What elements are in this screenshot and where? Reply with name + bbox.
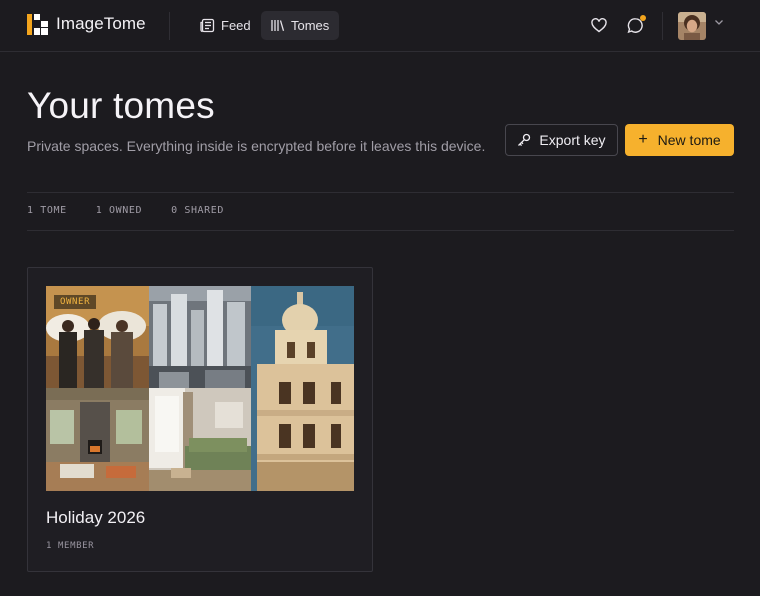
tome-member-count: 1 MEMBER (46, 541, 95, 551)
cover-photo-city (149, 286, 251, 388)
avatar[interactable] (678, 12, 706, 40)
nav-tomes[interactable]: Tomes (261, 11, 340, 40)
key-icon (518, 133, 531, 147)
nav-feed-label: Feed (221, 18, 251, 33)
divider (662, 12, 663, 40)
cover-photo-fireplace-room (46, 388, 149, 491)
tome-card[interactable]: OWNER Holiday 2026 1 MEMBER (27, 267, 373, 572)
unread-dot (640, 15, 646, 21)
page-subtitle: Private spaces. Everything inside is enc… (27, 138, 486, 154)
heart-icon[interactable] (591, 18, 607, 33)
new-tome-button[interactable]: + New tome (625, 124, 734, 156)
stat-owned: 1 OWNED (95, 205, 143, 216)
cover-photo-people-umbrellas: OWNER (46, 286, 149, 388)
divider (169, 12, 170, 40)
tomes-icon (271, 20, 285, 31)
tome-cover-mosaic: OWNER (46, 286, 354, 491)
cover-photo-ornate-building (251, 286, 354, 491)
page-title: Your tomes (27, 85, 215, 126)
export-key-label: Export key (539, 132, 606, 148)
divider (27, 192, 734, 193)
chevron-down-icon[interactable] (714, 19, 724, 26)
stat-total: 1 TOME (27, 205, 67, 216)
nav-tomes-label: Tomes (291, 18, 330, 33)
new-tome-label: New tome (657, 132, 721, 148)
top-bar: ImageTome Feed Tomes (0, 0, 760, 52)
tome-stats: 1 TOME 1 OWNED 0 SHARED (27, 205, 253, 216)
brand-name[interactable]: ImageTome (56, 14, 146, 34)
plus-icon: + (638, 131, 648, 148)
divider (27, 230, 734, 231)
cover-photo-green-sofa-room (149, 388, 251, 491)
imagetome-logo-icon[interactable] (27, 14, 48, 35)
feed-icon (200, 18, 215, 33)
nav-feed[interactable]: Feed (191, 11, 261, 40)
stat-shared: 0 SHARED (171, 205, 225, 216)
owner-badge: OWNER (54, 295, 97, 309)
export-key-button[interactable]: Export key (505, 124, 618, 156)
tome-name: Holiday 2026 (46, 508, 146, 527)
